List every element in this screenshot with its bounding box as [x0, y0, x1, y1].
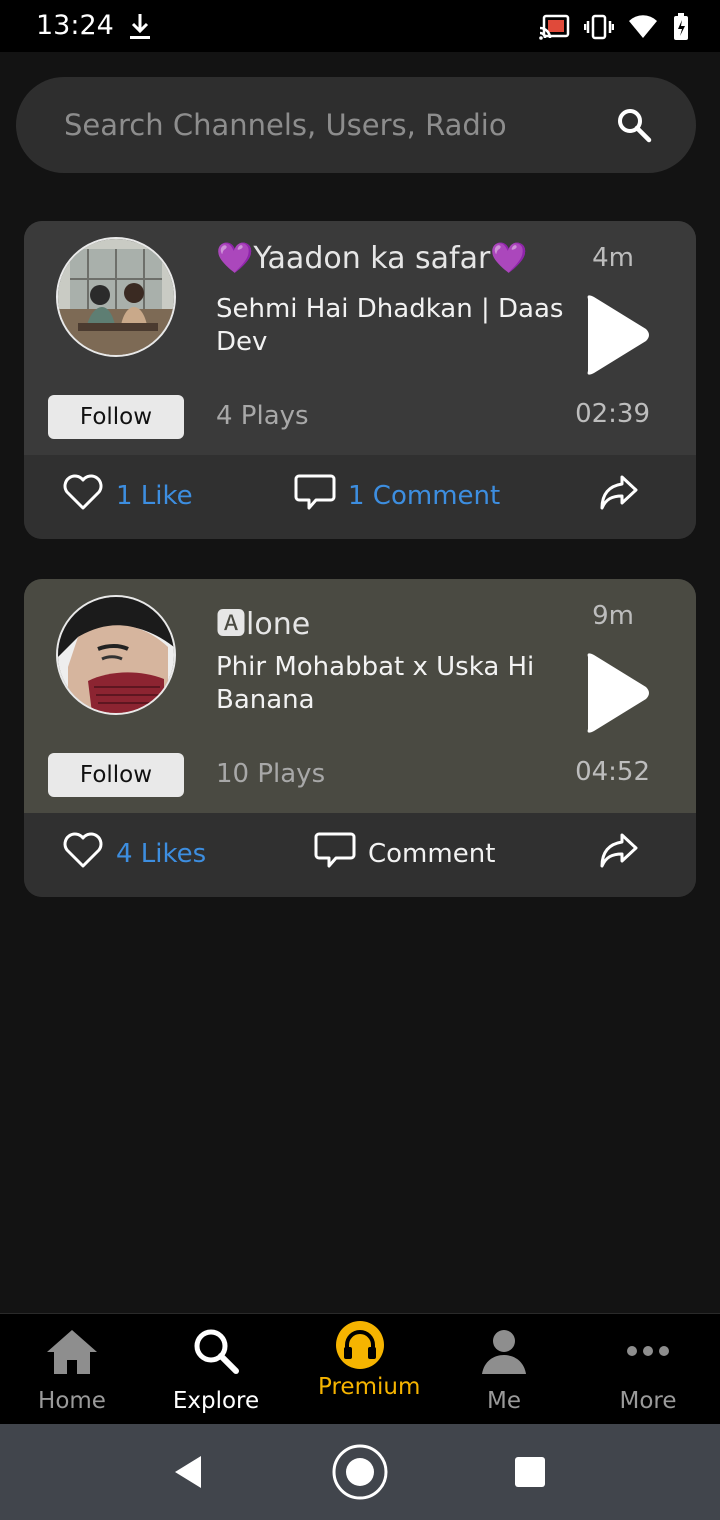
nav-explore[interactable]: Explore	[144, 1314, 288, 1425]
post-card[interactable]: 💜Yaadon ka safar💜 4m Sehmi Hai Dhadkan |…	[24, 221, 696, 539]
post-time-ago: 9m	[592, 601, 634, 631]
track-duration: 04:52	[575, 757, 650, 787]
post-card-header: 🅰lone 9m Phir Mohabbat x Uska Hi Banana …	[24, 579, 696, 813]
person-icon	[432, 1326, 576, 1376]
nav-more[interactable]: More	[576, 1314, 720, 1425]
wifi-icon	[628, 14, 658, 44]
nav-premium[interactable]: Premium	[288, 1314, 432, 1425]
share-icon[interactable]	[598, 831, 640, 871]
comment-icon	[314, 831, 356, 876]
post-actions: 1 Like 1 Comment	[24, 455, 696, 539]
home-icon	[0, 1326, 144, 1376]
recents-icon[interactable]	[480, 1424, 580, 1520]
nav-label: Premium	[318, 1374, 421, 1400]
avatar[interactable]	[56, 595, 176, 715]
vibrate-icon	[583, 14, 615, 44]
follow-button[interactable]: Follow	[48, 753, 184, 797]
search-icon	[144, 1326, 288, 1376]
post-author[interactable]: 🅰lone	[216, 599, 310, 643]
nav-home[interactable]: Home	[0, 1314, 144, 1425]
comment-icon	[294, 473, 336, 518]
post-author[interactable]: 💜Yaadon ka safar💜	[216, 241, 528, 276]
avatar[interactable]	[56, 237, 176, 357]
heart-icon	[62, 473, 104, 518]
nav-label: Home	[38, 1388, 106, 1414]
like-button[interactable]: 1 Like	[62, 473, 193, 518]
home-circle-icon[interactable]	[310, 1424, 410, 1520]
post-actions: 4 Likes Comment	[24, 813, 696, 897]
post-time-ago: 4m	[592, 243, 634, 273]
search-bar[interactable]	[16, 77, 696, 173]
nav-me[interactable]: Me	[432, 1314, 576, 1425]
heart-icon	[62, 831, 104, 876]
more-dots-icon	[576, 1326, 720, 1376]
comment-label: Comment	[368, 838, 496, 869]
like-count: 4 Likes	[116, 838, 207, 869]
search-input[interactable]	[64, 103, 604, 147]
nav-label: Me	[487, 1388, 521, 1414]
comment-button[interactable]: Comment	[314, 831, 495, 876]
back-icon[interactable]	[138, 1424, 238, 1520]
play-count: 10 Plays	[216, 759, 326, 789]
download-icon	[128, 12, 152, 46]
comment-count: 1 Comment	[348, 480, 501, 511]
like-button[interactable]: 4 Likes	[62, 831, 206, 876]
nav-label: Explore	[172, 1388, 260, 1414]
nav-label: More	[619, 1388, 677, 1414]
post-card[interactable]: 🅰lone 9m Phir Mohabbat x Uska Hi Banana …	[24, 579, 696, 897]
status-time: 13:24	[36, 10, 114, 41]
track-duration: 02:39	[575, 399, 650, 429]
comment-button[interactable]: 1 Comment	[294, 473, 500, 518]
cast-icon	[538, 14, 570, 44]
track-title[interactable]: Phir Mohabbat x Uska Hi Banana	[216, 651, 566, 717]
play-button[interactable]	[582, 293, 652, 377]
follow-button[interactable]: Follow	[48, 395, 184, 439]
battery-icon	[672, 12, 690, 46]
post-card-header: 💜Yaadon ka safar💜 4m Sehmi Hai Dhadkan |…	[24, 221, 696, 455]
play-button[interactable]	[582, 651, 652, 735]
status-icons	[538, 12, 690, 46]
like-count: 1 Like	[116, 480, 193, 511]
status-bar: 13:24	[0, 0, 720, 52]
search-icon[interactable]	[616, 107, 652, 147]
headphones-icon	[288, 1320, 432, 1370]
track-title[interactable]: Sehmi Hai Dhadkan | Daas Dev	[216, 293, 566, 359]
share-icon[interactable]	[598, 473, 640, 513]
system-nav-bar	[0, 1424, 720, 1520]
play-count: 4 Plays	[216, 401, 309, 431]
bottom-nav: Home Explore Premium Me More	[0, 1313, 720, 1424]
